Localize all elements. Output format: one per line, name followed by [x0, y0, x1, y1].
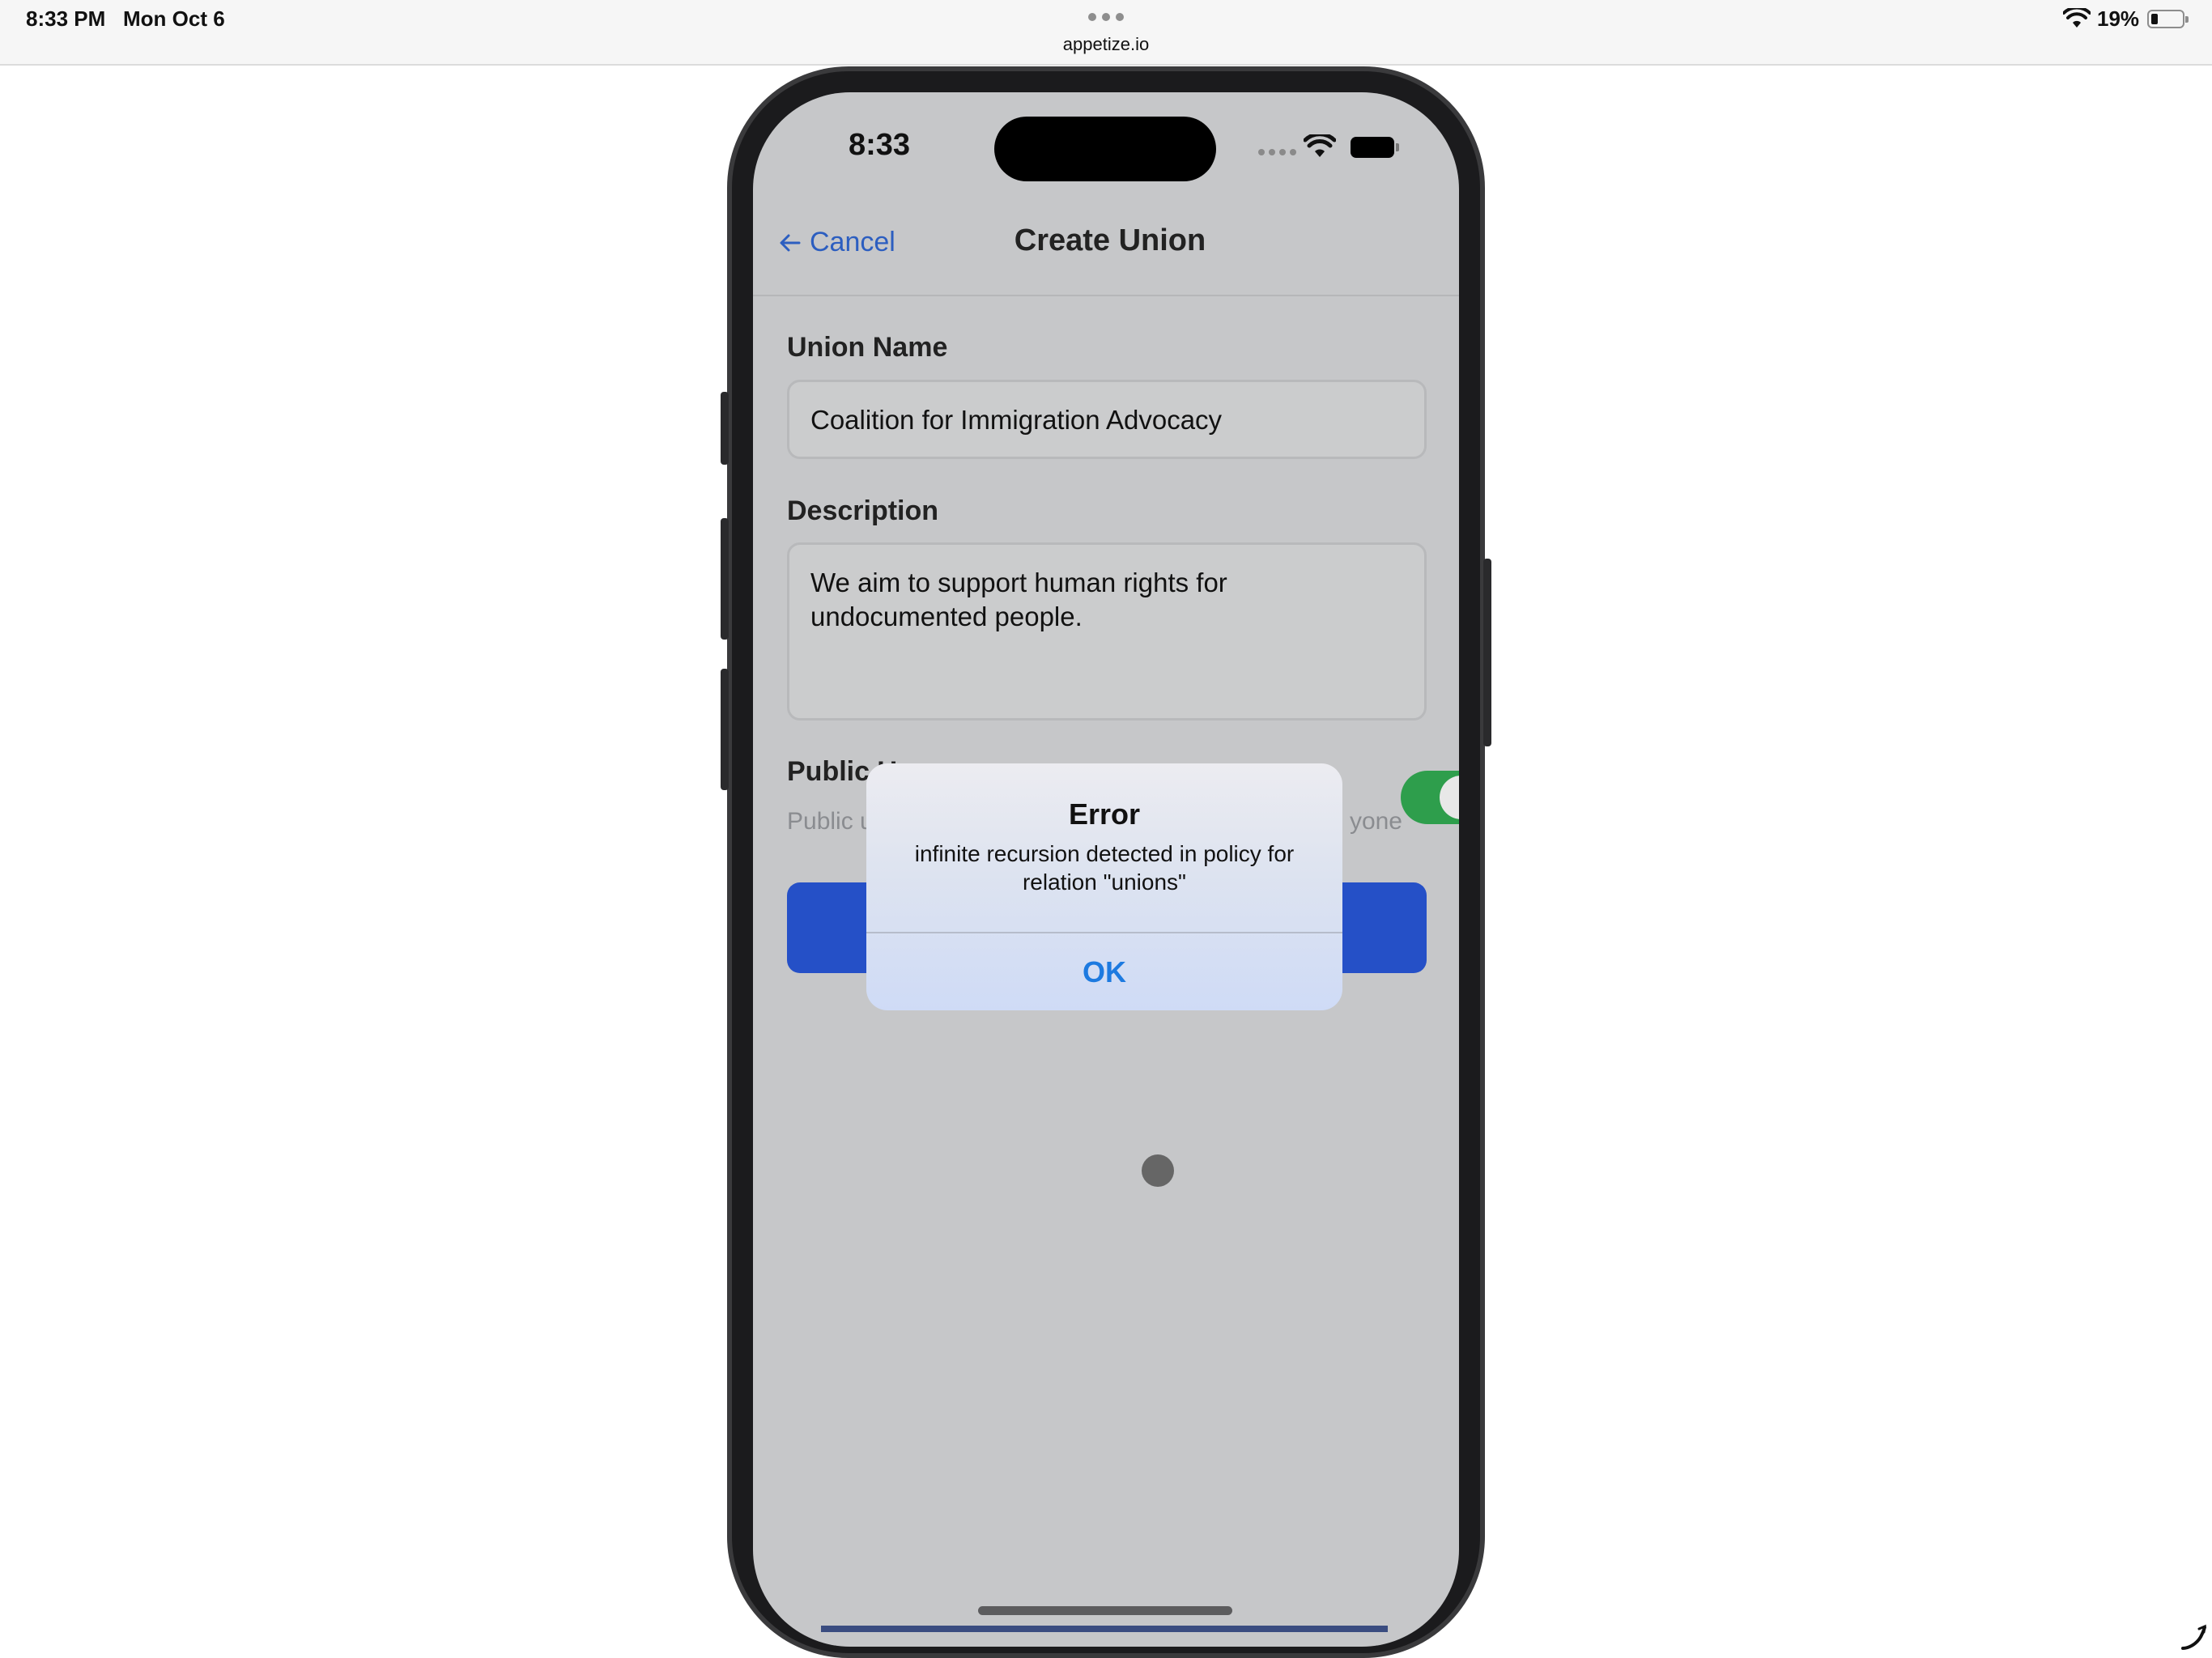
description-textarea[interactable]: We aim to support human rights for undoc… — [787, 542, 1427, 721]
wifi-icon — [1304, 134, 1336, 157]
ipad-date: Mon Oct 6 — [123, 6, 225, 31]
wifi-icon — [2063, 8, 2091, 28]
ipad-time: 8:33 PM — [26, 6, 106, 31]
battery-icon — [1351, 137, 1399, 158]
public-union-toggle[interactable] — [1401, 771, 1459, 824]
multitasking-dots-icon[interactable] — [1088, 13, 1124, 23]
touch-indicator — [1142, 1154, 1174, 1187]
phone-time: 8:33 — [849, 128, 911, 162]
public-union-description-left: Public u — [787, 808, 874, 835]
navigation-bar: Cancel Create Union — [753, 198, 1459, 296]
description-label: Description — [787, 495, 939, 526]
side-button-volume-down — [721, 669, 729, 790]
phone-icon[interactable] — [2180, 1624, 2207, 1652]
browser-url: appetize.io — [1062, 34, 1150, 54]
battery-icon — [2147, 10, 2189, 28]
error-alert: Error infinite recursion detected in pol… — [866, 763, 1342, 1010]
alert-title: Error — [1068, 797, 1141, 831]
side-button-mute — [721, 392, 729, 465]
union-name-input[interactable]: Coalition for Immigration Advocacy — [787, 380, 1427, 459]
ipad-status-bar: 8:33 PM Mon Oct 6 appetize.io 19% — [0, 0, 2212, 66]
side-button-power — [1483, 559, 1491, 746]
home-indicator[interactable] — [978, 1606, 1232, 1615]
public-union-description-right: yone — [1349, 808, 1402, 835]
dynamic-island — [994, 117, 1216, 181]
side-button-volume-up — [721, 518, 729, 640]
union-name-label: Union Name — [787, 332, 948, 363]
page-title: Create Union — [1014, 223, 1206, 257]
bottom-strip — [821, 1626, 1388, 1632]
alert-ok-button[interactable]: OK — [866, 933, 1342, 1010]
alert-message: infinite recursion detected in policy fo… — [914, 841, 1295, 895]
battery-percent: 19% — [2097, 6, 2140, 31]
signal-icon — [1258, 149, 1296, 155]
